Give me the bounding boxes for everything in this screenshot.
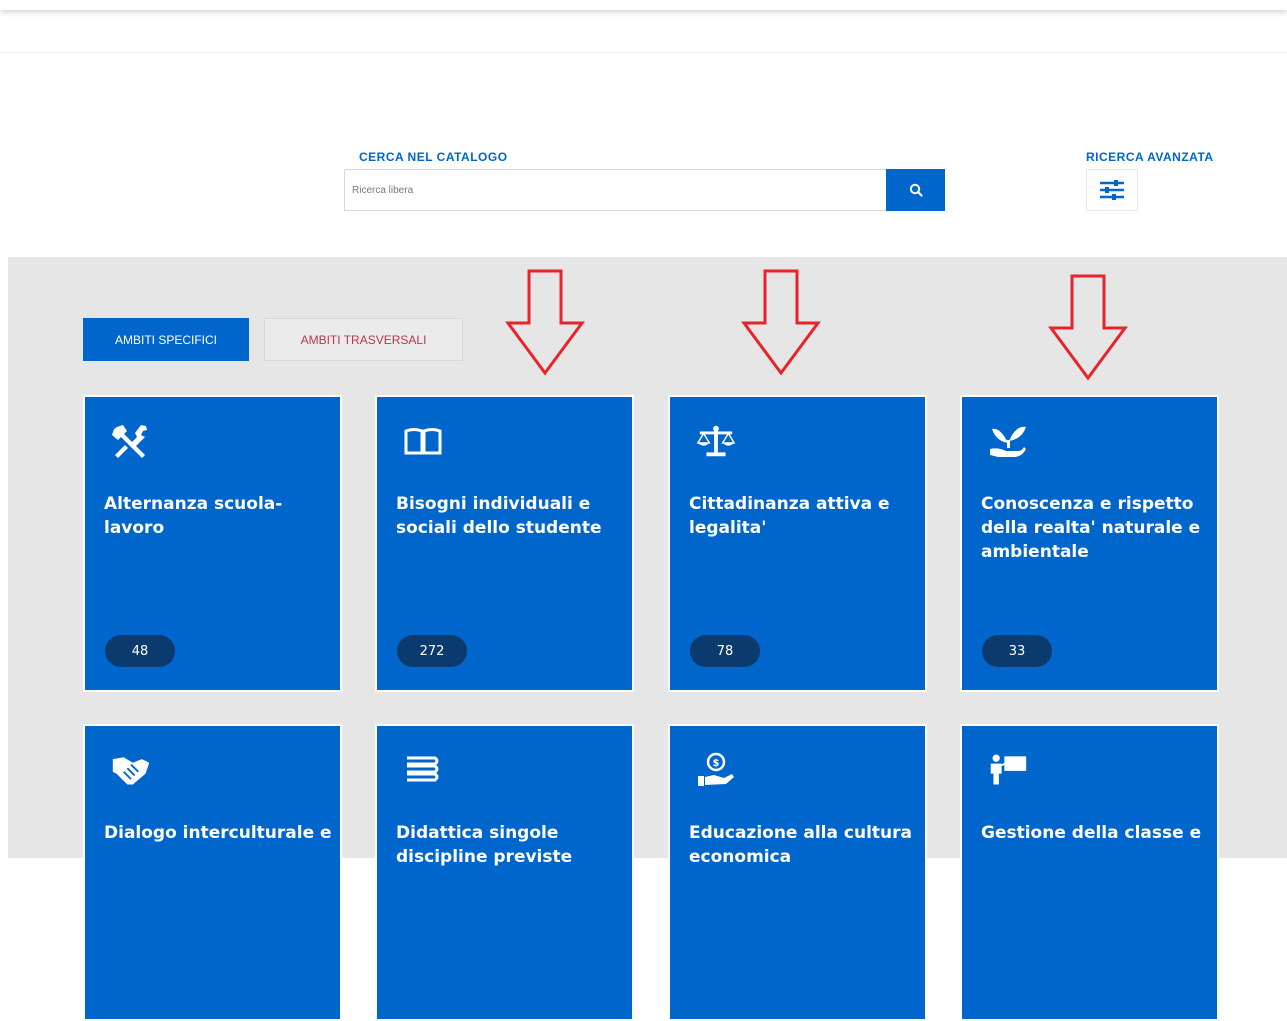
count-badge: 78 xyxy=(690,635,760,667)
count-badge: 48 xyxy=(105,635,175,667)
count-badge: 272 xyxy=(397,635,467,667)
card-didattica-singole-discipline[interactable]: Didattica singole discipline previste xyxy=(375,724,634,1021)
search-button[interactable] xyxy=(886,169,945,211)
hand-plant-icon xyxy=(988,423,1028,459)
card-title: Dialogo interculturale e xyxy=(104,823,332,843)
search-field[interactable] xyxy=(344,169,886,211)
card-dialogo-interculturale[interactable]: Dialogo interculturale e xyxy=(83,724,342,1021)
card-title: Gestione della classe e xyxy=(981,823,1202,843)
card-title: Cittadinanza attiva e legalita' xyxy=(689,494,890,538)
card-title: Bisogni individuali e sociali dello stud… xyxy=(396,494,602,538)
tab-ambiti-specifici[interactable]: AMBITI SPECIFICI xyxy=(83,318,249,361)
tab-ambiti-trasversali[interactable]: AMBITI TRASVERSALI xyxy=(264,318,463,361)
card-title: Conoscenza e rispetto della realta' natu… xyxy=(981,494,1201,562)
card-cittadinanza-attiva[interactable]: Cittadinanza attiva e legalita' 78 xyxy=(668,395,927,692)
search-icon xyxy=(909,183,923,197)
card-conoscenza-rispetto[interactable]: Conoscenza e rispetto della realta' natu… xyxy=(960,395,1219,692)
balance-scale-icon xyxy=(696,423,736,459)
books-stack-icon xyxy=(403,752,443,788)
open-book-icon xyxy=(403,423,443,459)
card-educazione-cultura-economica[interactable]: $ Educazione alla cultura economica xyxy=(668,724,927,1021)
card-title: Educazione alla cultura economica xyxy=(689,823,912,867)
card-title: Alternanza scuola-lavoro xyxy=(104,494,283,538)
count-badge: 33 xyxy=(982,635,1052,667)
hand-coin-icon: $ xyxy=(696,752,736,788)
top-header-bar xyxy=(0,0,1287,10)
header-divider xyxy=(0,52,1287,53)
teacher-board-icon xyxy=(988,752,1028,788)
card-alternanza-scuola-lavoro[interactable]: Alternanza scuola-lavoro 48 xyxy=(83,395,342,692)
red-down-arrow-annotation xyxy=(741,269,821,376)
red-down-arrow-annotation xyxy=(1048,274,1128,381)
search-input[interactable] xyxy=(345,170,886,210)
red-down-arrow-annotation xyxy=(505,269,585,376)
sliders-icon xyxy=(1100,180,1124,200)
card-gestione-della-classe[interactable]: Gestione della classe e xyxy=(960,724,1219,1021)
handshake-icon xyxy=(111,752,151,788)
svg-text:$: $ xyxy=(713,758,720,769)
advanced-search-button[interactable] xyxy=(1086,169,1138,211)
search-label: CERCA NEL CATALOGO xyxy=(359,150,508,164)
advanced-search-label: RICERCA AVANZATA xyxy=(1086,150,1214,164)
card-title: Didattica singole discipline previste xyxy=(396,823,573,867)
tools-icon xyxy=(111,423,151,459)
card-bisogni-individuali[interactable]: Bisogni individuali e sociali dello stud… xyxy=(375,395,634,692)
